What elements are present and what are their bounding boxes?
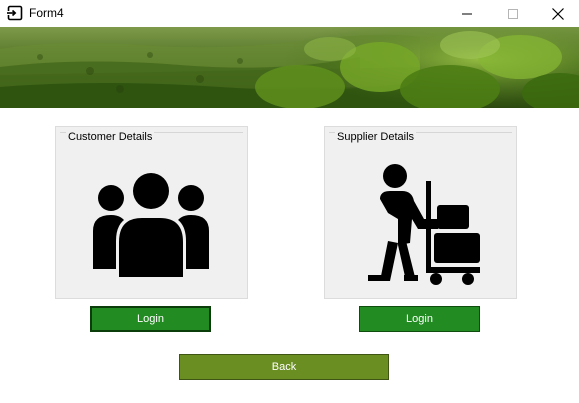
delivery-worker-trolley-icon: [368, 164, 480, 285]
close-button[interactable]: [535, 0, 579, 27]
maximize-button[interactable]: [490, 0, 536, 27]
customer-details-group: Customer Details: [55, 126, 248, 299]
title-bar: Form4: [0, 0, 579, 27]
form-app-icon: [7, 5, 23, 21]
minimize-icon: [462, 13, 472, 14]
close-icon: [552, 7, 564, 20]
banner-image: [0, 27, 579, 108]
customer-group-title: Customer Details: [66, 131, 155, 144]
minimize-button[interactable]: [444, 0, 490, 27]
supplier-login-button[interactable]: Login: [359, 306, 480, 332]
maximize-icon: [508, 8, 518, 19]
supplier-group-title: Supplier Details: [335, 131, 417, 144]
back-button[interactable]: Back: [179, 354, 389, 380]
supplier-details-group: Supplier Details: [324, 126, 517, 299]
customer-login-button[interactable]: Login: [90, 306, 211, 332]
window-title: Form4: [29, 6, 64, 20]
people-group-icon: [93, 170, 209, 277]
